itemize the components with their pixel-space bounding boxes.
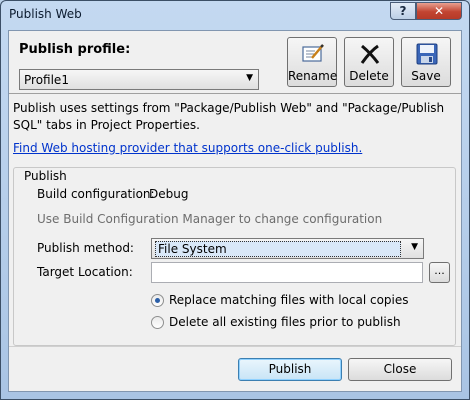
replace-files-label[interactable]: Replace matching files with local copies: [169, 293, 409, 307]
help-button[interactable]: ?: [390, 2, 416, 20]
rename-label: Rename: [288, 69, 338, 83]
profile-header: Publish profile: Profile1 ▼ Rename Delet…: [9, 31, 461, 94]
publish-method-value: File System: [155, 241, 401, 257]
dialog-footer: Publish Close: [9, 346, 461, 392]
publish-method-label: Publish method:: [37, 241, 134, 255]
delete-label: Delete: [349, 69, 389, 83]
dialog-body: Publish profile: Profile1 ▼ Rename Delet…: [8, 30, 462, 392]
target-location-label: Target Location:: [37, 265, 133, 279]
browse-button[interactable]: ...: [429, 262, 450, 283]
publish-profile-label: Publish profile:: [19, 42, 130, 57]
profile-select-value: Profile1: [24, 73, 69, 87]
close-button[interactable]: Close: [348, 358, 452, 381]
description-text: Publish uses settings from "Package/Publ…: [13, 101, 445, 132]
profile-select[interactable]: Profile1 ▼: [19, 69, 259, 90]
rename-button[interactable]: Rename: [287, 37, 337, 87]
delete-button[interactable]: Delete: [344, 37, 394, 87]
publish-method-select[interactable]: File System ▼: [151, 238, 424, 259]
floppy-disk-icon: [416, 43, 438, 65]
hosting-provider-link[interactable]: Find Web hosting provider that supports …: [13, 141, 362, 155]
target-location-input[interactable]: [151, 262, 423, 283]
close-window-button[interactable]: ✕: [416, 2, 462, 20]
publish-profile-label-text: Publish profile:: [19, 42, 131, 57]
publish-button[interactable]: Publish: [238, 358, 342, 381]
chevron-down-icon: ▼: [246, 73, 253, 83]
delete-x-icon: [360, 44, 380, 64]
window-title: Publish Web: [9, 7, 82, 21]
build-config-value: Debug: [149, 187, 189, 201]
build-config-label: Build configuration:: [37, 187, 155, 201]
rename-icon: [302, 44, 324, 62]
replace-files-radio[interactable]: [151, 294, 164, 307]
save-button[interactable]: Save: [401, 37, 451, 87]
publish-web-dialog: Publish Web ? ✕ Publish profile: Profile…: [0, 0, 470, 400]
delete-files-radio[interactable]: [151, 316, 164, 329]
delete-files-label[interactable]: Delete all existing files prior to publi…: [169, 315, 401, 329]
chevron-down-icon: ▼: [411, 242, 418, 252]
publish-group-legend: Publish: [22, 169, 69, 183]
save-label: Save: [411, 69, 441, 83]
title-bar[interactable]: Publish Web ? ✕: [1, 1, 469, 29]
publish-groupbox: Publish Build configuration: Debug Use B…: [13, 167, 456, 346]
build-config-hint: Use Build Configuration Manager to chang…: [37, 212, 383, 226]
